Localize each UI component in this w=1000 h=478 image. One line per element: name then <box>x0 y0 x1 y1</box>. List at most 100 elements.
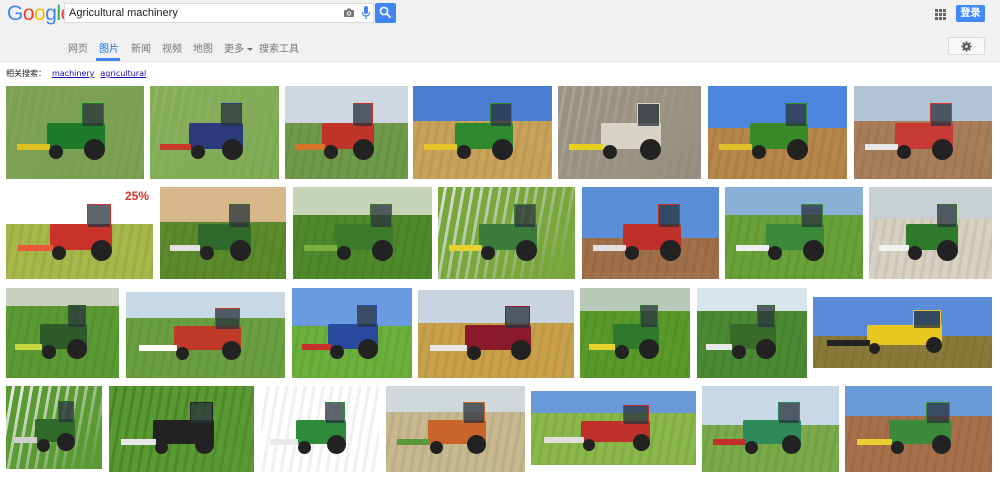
wheel <box>430 440 443 454</box>
settings-button[interactable] <box>948 37 985 55</box>
wheel <box>37 438 50 452</box>
image-result-thumbnail[interactable] <box>6 386 102 469</box>
image-result-thumbnail[interactable] <box>386 386 525 472</box>
image-result-thumbnail[interactable] <box>285 86 408 179</box>
apps-grid-icon[interactable] <box>935 9 946 20</box>
image-result-thumbnail[interactable] <box>813 297 992 368</box>
tab-maps[interactable]: 地图 <box>193 40 213 55</box>
tractor-cab <box>463 402 485 424</box>
wheel <box>155 440 168 454</box>
tractor-cab <box>215 308 240 330</box>
thumbnail-sky <box>126 292 285 318</box>
wheel <box>756 339 776 359</box>
wheel <box>615 345 629 359</box>
implement <box>857 439 892 445</box>
mic-icon[interactable] <box>361 6 371 20</box>
image-result-thumbnail[interactable] <box>702 386 839 472</box>
tab-videos[interactable]: 视频 <box>162 40 182 55</box>
related-link-agricultural[interactable]: agricultural <box>100 69 146 78</box>
tab-images[interactable]: 图片 <box>99 40 119 55</box>
implement <box>302 344 331 350</box>
image-result-thumbnail[interactable] <box>418 290 574 378</box>
wheel <box>222 138 243 160</box>
tab-news[interactable]: 新闻 <box>131 40 151 55</box>
thumbnail-sky <box>160 187 286 222</box>
thumbnail-sky <box>292 288 412 326</box>
related-label: 相关搜索： <box>6 69 46 78</box>
logo-letter: G <box>7 2 23 25</box>
implement <box>589 344 615 350</box>
image-result-thumbnail[interactable] <box>150 86 279 179</box>
related-link-machinery[interactable]: machinery <box>52 69 94 78</box>
wheel <box>67 339 87 359</box>
implement <box>544 437 584 443</box>
image-result-thumbnail[interactable] <box>126 292 285 378</box>
tab-web[interactable]: 网页 <box>68 40 88 55</box>
image-result-thumbnail[interactable] <box>261 386 379 472</box>
implement <box>569 144 603 150</box>
tractor-cab <box>229 204 250 228</box>
tractor-cab <box>82 103 104 127</box>
logo-letter: g <box>45 2 57 25</box>
active-tab-indicator <box>96 58 120 61</box>
wheel <box>49 145 63 159</box>
tractor-cab <box>757 305 775 328</box>
wheel <box>52 246 66 260</box>
signin-button[interactable]: 登录 <box>956 5 985 22</box>
implement <box>424 144 457 150</box>
logo-letter: o <box>34 2 46 25</box>
wheel <box>603 145 617 159</box>
image-result-thumbnail[interactable] <box>869 187 992 279</box>
implement <box>865 144 898 150</box>
wheel <box>583 439 595 451</box>
tractor-cab <box>58 401 74 423</box>
implement <box>170 245 200 251</box>
tractor-cab <box>221 103 242 127</box>
image-result-thumbnail[interactable] <box>845 386 992 472</box>
image-result-thumbnail[interactable] <box>558 86 701 179</box>
tab-search-tools[interactable]: 搜索工具 <box>259 40 299 55</box>
image-result-thumbnail[interactable] <box>580 288 690 378</box>
image-result-thumbnail[interactable]: 25% <box>6 187 153 279</box>
image-result-thumbnail[interactable] <box>6 86 144 179</box>
thumbnail-sky <box>293 187 432 215</box>
gear-icon <box>961 41 972 52</box>
wheel <box>195 434 214 454</box>
tractor-cab <box>801 204 823 228</box>
wheel <box>926 337 942 353</box>
thumbnail-sky <box>285 86 408 124</box>
thumbnail-sky <box>854 86 992 122</box>
google-logo[interactable]: Google <box>7 2 72 26</box>
wheel <box>330 345 344 359</box>
implement <box>295 144 325 150</box>
tractor-cab <box>514 204 536 228</box>
image-result-thumbnail[interactable] <box>293 187 432 279</box>
thumbnail-sky <box>702 386 839 425</box>
top-bar: Google 登录 <box>0 0 1000 31</box>
image-result-thumbnail[interactable] <box>438 187 575 279</box>
image-result-thumbnail[interactable] <box>854 86 992 179</box>
tab-more[interactable]: 更多 <box>224 40 253 55</box>
image-result-thumbnail[interactable] <box>160 187 286 279</box>
wheel <box>327 434 346 454</box>
image-result-thumbnail[interactable] <box>109 386 254 472</box>
image-result-thumbnail[interactable] <box>531 391 696 465</box>
image-result-thumbnail[interactable] <box>413 86 552 179</box>
image-result-thumbnail[interactable] <box>292 288 412 378</box>
search-button[interactable] <box>375 3 396 23</box>
tractor-cab <box>353 103 373 127</box>
image-result-thumbnail[interactable] <box>725 187 863 279</box>
tractor-cab <box>68 305 86 328</box>
image-result-thumbnail[interactable] <box>697 288 807 378</box>
image-result-thumbnail[interactable] <box>6 288 119 378</box>
image-result-thumbnail[interactable] <box>708 86 847 179</box>
wheel <box>191 145 205 159</box>
search-input[interactable] <box>69 5 329 21</box>
wheel <box>908 246 922 260</box>
camera-icon[interactable] <box>343 7 355 19</box>
wheel <box>732 345 746 359</box>
wheel <box>222 340 241 360</box>
image-result-thumbnail[interactable] <box>582 187 719 279</box>
thumbnail-sky <box>725 187 863 215</box>
thumbnail-sky <box>869 187 992 220</box>
